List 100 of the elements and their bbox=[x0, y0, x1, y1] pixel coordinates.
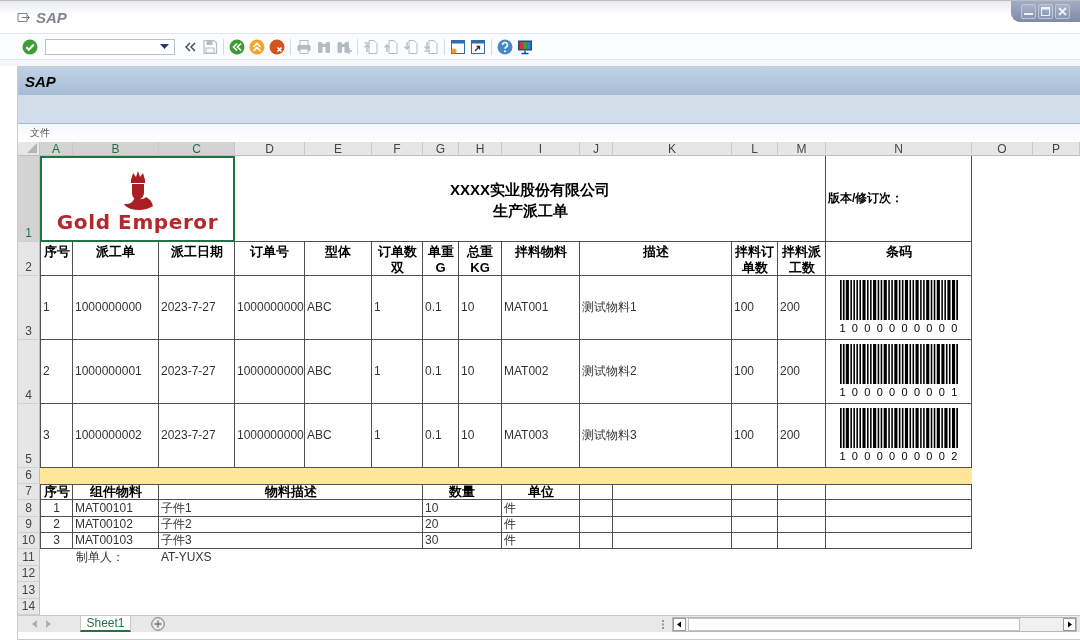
command-field[interactable] bbox=[45, 38, 175, 55]
row-header[interactable]: 3 bbox=[18, 276, 40, 340]
row-header[interactable]: 8 bbox=[18, 500, 40, 517]
table-cell: 1 bbox=[40, 276, 73, 340]
table-cell: 子件3 bbox=[159, 533, 423, 549]
column-header[interactable]: L bbox=[732, 142, 778, 156]
tab-scroll-left-icon[interactable] bbox=[32, 620, 37, 628]
column-header[interactable]: I bbox=[502, 142, 580, 156]
column-header[interactable]: E bbox=[305, 142, 372, 156]
check-icon bbox=[22, 38, 38, 55]
column-heading: 序号 bbox=[40, 242, 73, 276]
table-cell: ABC bbox=[305, 340, 372, 404]
column-header[interactable]: H bbox=[459, 142, 502, 156]
column-heading: 序号 bbox=[40, 484, 73, 500]
column-header[interactable]: B bbox=[73, 142, 159, 156]
horizontal-scrollbar[interactable] bbox=[672, 616, 1077, 632]
tab-scroll-right-icon[interactable] bbox=[46, 620, 51, 628]
column-heading: 派工单 bbox=[73, 242, 159, 276]
table-cell: 0.1 bbox=[423, 340, 459, 404]
table-cell: 1 bbox=[372, 276, 423, 340]
row-header[interactable]: 12 bbox=[18, 566, 40, 582]
table-cell: 测试物料1 bbox=[580, 276, 732, 340]
column-header[interactable]: F bbox=[372, 142, 423, 156]
circle-chevrons-left-icon bbox=[229, 38, 245, 55]
minimize-icon bbox=[1024, 13, 1033, 15]
row-header[interactable]: 2 bbox=[18, 242, 40, 276]
column-heading: 单位 bbox=[502, 484, 580, 500]
column-header[interactable]: O bbox=[972, 142, 1033, 156]
column-header[interactable]: K bbox=[613, 142, 732, 156]
table-cell: MAT00102 bbox=[73, 517, 159, 533]
close-button[interactable] bbox=[1055, 4, 1070, 19]
empty-cell bbox=[732, 500, 778, 517]
maximize-button[interactable] bbox=[1038, 4, 1053, 19]
scrollbar-thumb[interactable] bbox=[688, 617, 1020, 631]
row-header[interactable]: 11 bbox=[18, 549, 40, 566]
row-header[interactable]: 7 bbox=[18, 484, 40, 500]
company-name: XXXX实业股份有限公司 bbox=[450, 181, 610, 199]
table-cell: 10 bbox=[459, 340, 502, 404]
table-cell: 2 bbox=[40, 340, 73, 404]
empty-cell bbox=[732, 517, 778, 533]
column-header[interactable]: D bbox=[235, 142, 305, 156]
empty-cell bbox=[778, 517, 826, 533]
table-cell: 件 bbox=[502, 533, 580, 549]
cancel-button[interactable] bbox=[268, 37, 286, 56]
shortcut-button[interactable] bbox=[469, 37, 487, 56]
column-heading: 数量 bbox=[423, 484, 502, 500]
row-header[interactable]: 1 bbox=[18, 156, 40, 242]
printer-icon bbox=[296, 38, 312, 55]
column-header[interactable]: J bbox=[580, 142, 613, 156]
table-cell-text: AT-YUXS bbox=[160, 549, 213, 566]
table-cell: 子件1 bbox=[159, 500, 423, 517]
monitor-icon bbox=[517, 38, 533, 55]
back-button[interactable] bbox=[228, 37, 246, 56]
row-header[interactable]: 13 bbox=[18, 582, 40, 599]
table-cell: 子件2 bbox=[159, 517, 423, 533]
column-header[interactable]: M bbox=[778, 142, 826, 156]
select-all-button[interactable] bbox=[18, 142, 40, 156]
barcode-number: 1000000000 bbox=[839, 322, 964, 335]
column-header[interactable]: A bbox=[40, 142, 73, 156]
table-cell: 2023-7-27 bbox=[159, 276, 235, 340]
scroll-left-icon[interactable] bbox=[673, 617, 686, 631]
enter-button[interactable] bbox=[21, 37, 39, 56]
maximize-icon bbox=[1041, 7, 1050, 16]
sheet-tab[interactable]: Sheet1 bbox=[80, 616, 131, 632]
barcode-number: 1000000002 bbox=[839, 450, 964, 463]
table-cell: 10 bbox=[459, 276, 502, 340]
table-cell: 测试物料2 bbox=[580, 340, 732, 404]
column-header[interactable]: P bbox=[1033, 142, 1080, 156]
column-heading: 拌料订单数 bbox=[732, 242, 778, 276]
column-heading: 拌料物料 bbox=[502, 242, 580, 276]
add-sheet-icon[interactable] bbox=[151, 617, 165, 631]
column-header[interactable]: N bbox=[826, 142, 972, 156]
row-header[interactable]: 6 bbox=[18, 468, 40, 484]
column-heading: 拌料派工数 bbox=[778, 242, 826, 276]
splitter-handle-icon[interactable] bbox=[662, 619, 664, 629]
row-header[interactable]: 10 bbox=[18, 533, 40, 549]
column-header[interactable]: C bbox=[159, 142, 235, 156]
table-cell: 件 bbox=[502, 517, 580, 533]
table-cell: MAT001 bbox=[502, 276, 580, 340]
empty-cell bbox=[580, 500, 613, 517]
table-cell-text: 制单人： bbox=[75, 549, 125, 566]
circle-x-icon bbox=[269, 38, 285, 55]
table-cell: 20 bbox=[423, 517, 502, 533]
row-header[interactable]: 5 bbox=[18, 404, 40, 468]
minimize-button[interactable] bbox=[1021, 4, 1036, 19]
new-session-button[interactable] bbox=[449, 37, 467, 56]
page-arrow-icon bbox=[383, 38, 399, 55]
table-cell: 1000000001 bbox=[73, 340, 159, 404]
column-heading: 组件物料 bbox=[73, 484, 159, 500]
table-cell: 1000000000 bbox=[235, 276, 305, 340]
row-header[interactable]: 4 bbox=[18, 340, 40, 404]
scroll-right-icon[interactable] bbox=[1063, 617, 1076, 631]
column-header[interactable]: G bbox=[423, 142, 459, 156]
row-header[interactable]: 14 bbox=[18, 599, 40, 615]
logo-text: Gold Emperor bbox=[56, 212, 219, 232]
menu-item[interactable]: 文件 bbox=[29, 127, 51, 139]
column-heading: 单重G bbox=[423, 242, 459, 276]
row-header[interactable]: 9 bbox=[18, 517, 40, 533]
help-button[interactable] bbox=[496, 37, 514, 56]
exit-button[interactable] bbox=[248, 37, 266, 56]
